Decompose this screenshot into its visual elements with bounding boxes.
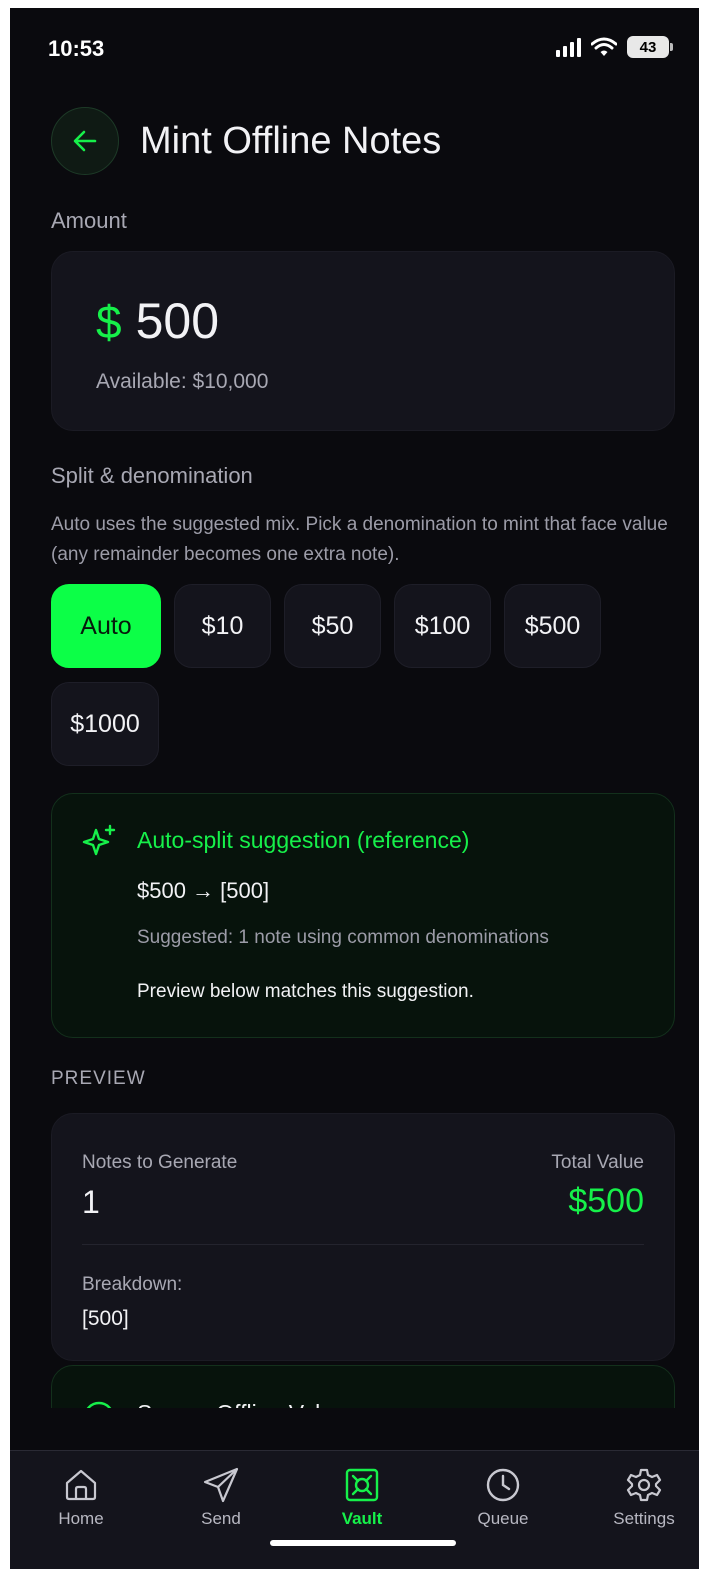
breakdown-value: [500] — [82, 1307, 129, 1330]
denomination-1000[interactable]: $1000 — [51, 682, 159, 766]
status-icons: 43 — [556, 36, 673, 58]
chip-label: $500 — [524, 611, 581, 640]
total-value-label: Total Value — [551, 1152, 644, 1173]
amount-card[interactable]: $ 500 Available: $10,000 — [51, 251, 675, 431]
preview-card: Notes to Generate 1 Total Value $500 Bre… — [51, 1113, 675, 1361]
tab-label: Settings — [613, 1509, 675, 1528]
chip-label: $100 — [414, 611, 471, 640]
vault-icon — [345, 1468, 379, 1502]
total-value: $500 — [568, 1182, 644, 1220]
notes-to-generate-value: 1 — [82, 1184, 100, 1220]
chip-label: $1000 — [70, 709, 140, 738]
breakdown-label: Breakdown: — [82, 1274, 183, 1295]
page-title: Mint Offline Notes — [140, 120, 442, 162]
send-icon — [203, 1467, 239, 1503]
divider — [82, 1244, 644, 1245]
wifi-icon — [591, 37, 617, 56]
sparkles-icon — [82, 824, 116, 856]
tab-home[interactable]: Home — [26, 1467, 136, 1529]
preview-label: PREVIEW — [51, 1068, 146, 1089]
notes-to-generate-label: Notes to Generate — [82, 1152, 238, 1173]
secure-offline-value-card: Secure Offline Value — [51, 1365, 675, 1408]
denomination-100[interactable]: $100 — [394, 584, 491, 668]
split-label: Split & denomination — [51, 463, 253, 488]
app-screen: 10:53 43 Mint Offline Notes Amount $ 500… — [10, 8, 699, 1569]
suggestion-note: Preview below matches this suggestion. — [137, 981, 474, 1002]
amount-label: Amount — [51, 208, 127, 233]
tab-label: Vault — [341, 1509, 383, 1528]
auto-split-suggestion-card: Auto-split suggestion (reference) $500 →… — [51, 793, 675, 1038]
suggestion-title: Auto-split suggestion (reference) — [137, 827, 470, 853]
tab-label: Send — [201, 1509, 241, 1528]
tab-label: Home — [58, 1509, 104, 1528]
denomination-50[interactable]: $50 — [284, 584, 381, 668]
suggestion-formula: $500 → [500] — [137, 878, 270, 903]
amount-value: 500 — [135, 293, 220, 349]
home-icon — [65, 1469, 97, 1501]
clock-icon — [486, 1468, 520, 1502]
info-icon — [86, 1401, 112, 1408]
status-time: 10:53 — [48, 36, 105, 61]
tab-send[interactable]: Send — [166, 1467, 276, 1529]
cellular-signal-icon — [556, 37, 581, 57]
battery-icon: 43 — [627, 36, 673, 58]
tab-queue[interactable]: Queue — [448, 1467, 558, 1529]
tab-bar: Home Send Vault Queue Settings — [10, 1450, 699, 1569]
tab-label: Queue — [477, 1509, 529, 1528]
split-description: Auto uses the suggested mix. Pick a deno… — [51, 514, 668, 565]
chip-label: $50 — [311, 611, 354, 640]
secure-offline-title: Secure Offline Value — [137, 1400, 346, 1408]
denomination-10[interactable]: $10 — [174, 584, 271, 668]
tab-settings[interactable]: Settings — [589, 1467, 699, 1529]
arrow-left-icon — [73, 130, 97, 152]
amount-input[interactable]: $ 500 — [96, 292, 219, 350]
chip-label: Auto — [80, 611, 132, 640]
denomination-auto[interactable]: Auto — [51, 584, 161, 668]
back-button[interactable] — [51, 107, 119, 175]
tab-vault[interactable]: Vault — [307, 1467, 417, 1529]
available-balance: Available: $10,000 — [96, 370, 269, 393]
suggestion-subtitle: Suggested: 1 note using common denominat… — [137, 927, 549, 948]
gear-icon — [626, 1468, 662, 1502]
status-bar: 10:53 43 — [10, 8, 699, 88]
battery-level: 43 — [639, 38, 657, 56]
secure-offline-card-clip: Secure Offline Value — [10, 1363, 699, 1408]
currency-symbol: $ — [96, 296, 122, 348]
home-indicator[interactable] — [270, 1540, 456, 1546]
chip-label: $10 — [201, 611, 244, 640]
denomination-500[interactable]: $500 — [504, 584, 601, 668]
